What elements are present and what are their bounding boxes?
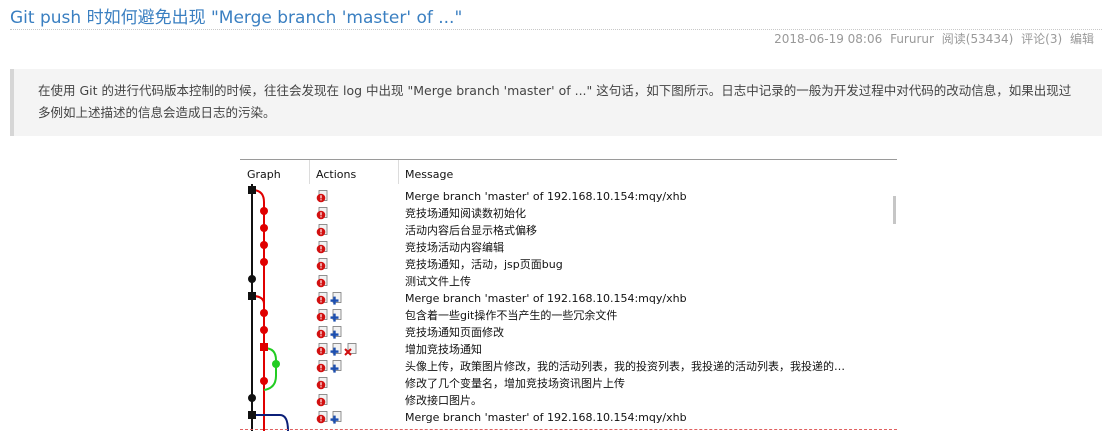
commit-row[interactable]: 竞技场活动内容编辑 (240, 239, 897, 256)
commit-message: Merge branch 'master' of 192.168.10.154:… (405, 190, 687, 203)
commit-actions (316, 411, 343, 424)
commit-actions (316, 258, 329, 271)
column-separator (309, 160, 310, 184)
commit-message: 竞技场通知阅读数初始化 (405, 207, 526, 220)
commit-message: Merge branch 'master' of 192.168.10.154:… (405, 292, 687, 305)
delete-action-icon[interactable] (344, 343, 357, 356)
comments-link[interactable]: 评论(3) (1021, 32, 1062, 46)
commit-row[interactable]: 包含着一些git操作不当产生的一些冗余文件 (240, 307, 897, 324)
commit-message: 竞技场活动内容编辑 (405, 241, 504, 254)
commit-message: 竞技场通知，活动，jsp页面bug (405, 258, 563, 271)
commit-row[interactable]: 头像上传，政策图片修改，我的活动列表，我的投资列表，我投递的活动列表，我投递的… (240, 358, 897, 375)
commit-actions (316, 241, 329, 254)
commit-actions (316, 394, 329, 407)
commit-row[interactable]: 活动内容后台显示格式偏移 (240, 222, 897, 239)
commit-row[interactable]: Merge branch 'master' of 192.168.10.154:… (240, 188, 897, 205)
commit-actions (316, 275, 329, 288)
push-action-icon[interactable] (316, 275, 329, 288)
commit-message: 修改接口图片。 (405, 394, 482, 407)
post-title[interactable]: Git push 时如何避免出现 "Merge branch 'master' … (10, 3, 462, 28)
commit-actions (316, 377, 329, 390)
push-action-icon[interactable] (316, 411, 329, 424)
push-action-icon[interactable] (316, 394, 329, 407)
intro-blockquote: 在使用 Git 的进行代码版本控制的时候，往往会发现在 log 中出现 "Mer… (10, 69, 1102, 136)
commit-row[interactable]: 竞技场通知阅读数初始化 (240, 205, 897, 222)
edit-link[interactable]: 编辑 (1070, 32, 1094, 46)
push-action-icon[interactable] (316, 292, 329, 305)
column-header-actions: Actions (316, 168, 357, 181)
column-header-message: Message (405, 168, 454, 181)
commit-row[interactable]: 测试文件上传 (240, 273, 897, 290)
commit-row[interactable]: 竞技场通知，活动，jsp页面bug (240, 256, 897, 273)
branch-action-icon[interactable] (330, 360, 343, 373)
branch-action-icon[interactable] (330, 343, 343, 356)
post-meta: 2018-06-19 08:06 Fururur 阅读(53434) 评论(3)… (770, 30, 1094, 47)
commit-actions (316, 360, 343, 373)
column-header-graph: Graph (247, 168, 281, 181)
commit-actions (316, 190, 329, 203)
screenshot-bottom-edge (240, 429, 897, 430)
branch-action-icon[interactable] (330, 292, 343, 305)
commit-actions (316, 309, 343, 322)
commit-message: Merge branch 'master' of 192.168.10.154:… (405, 411, 687, 424)
branch-action-icon[interactable] (330, 309, 343, 322)
post-date: 2018-06-19 08:06 (774, 32, 883, 46)
read-count: 阅读(53434) (941, 32, 1014, 46)
commit-message: 包含着一些git操作不当产生的一些冗余文件 (405, 309, 618, 322)
push-action-icon[interactable] (316, 224, 329, 237)
push-action-icon[interactable] (316, 309, 329, 322)
push-action-icon[interactable] (316, 241, 329, 254)
commit-row[interactable]: Merge branch 'master' of 192.168.10.154:… (240, 290, 897, 307)
commit-actions (316, 292, 343, 305)
commit-message: 头像上传，政策图片修改，我的活动列表，我的投资列表，我投递的活动列表，我投递的… (405, 360, 845, 373)
push-action-icon[interactable] (316, 326, 329, 339)
branch-action-icon[interactable] (330, 326, 343, 339)
column-separator (398, 160, 399, 184)
commit-message: 修改了几个变量名，增加竞技场资讯图片上传 (405, 377, 625, 390)
commit-actions (316, 343, 357, 356)
push-action-icon[interactable] (316, 190, 329, 203)
commit-actions (316, 207, 329, 220)
commit-message: 竞技场通知页面修改 (405, 326, 504, 339)
commit-row[interactable]: 增加竞技场通知 (240, 341, 897, 358)
commit-row[interactable]: 修改了几个变量名，增加竞技场资讯图片上传 (240, 375, 897, 392)
commit-actions (316, 224, 329, 237)
intro-line-1: 在使用 Git 的进行代码版本控制的时候，往往会发现在 log 中出现 "Mer… (38, 83, 1072, 98)
commit-row[interactable]: Merge branch 'master' of 192.168.10.154:… (240, 409, 897, 426)
push-action-icon[interactable] (316, 343, 329, 356)
push-action-icon[interactable] (316, 377, 329, 390)
branch-action-icon[interactable] (330, 411, 343, 424)
commit-message: 增加竞技场通知 (405, 343, 482, 356)
commit-message: 活动内容后台显示格式偏移 (405, 224, 537, 237)
push-action-icon[interactable] (316, 207, 329, 220)
git-log-screenshot: Graph Actions Message Merge branch 'mast… (240, 159, 897, 431)
commit-message: 测试文件上传 (405, 275, 471, 288)
push-action-icon[interactable] (316, 360, 329, 373)
commit-row[interactable]: 竞技场通知页面修改 (240, 324, 897, 341)
push-action-icon[interactable] (316, 258, 329, 271)
intro-line-2: 多例如上述描述的信息会造成日志的污染。 (38, 105, 276, 120)
commit-actions (316, 326, 343, 339)
commit-row[interactable]: 修改接口图片。 (240, 392, 897, 409)
author-link[interactable]: Fururur (890, 32, 934, 46)
